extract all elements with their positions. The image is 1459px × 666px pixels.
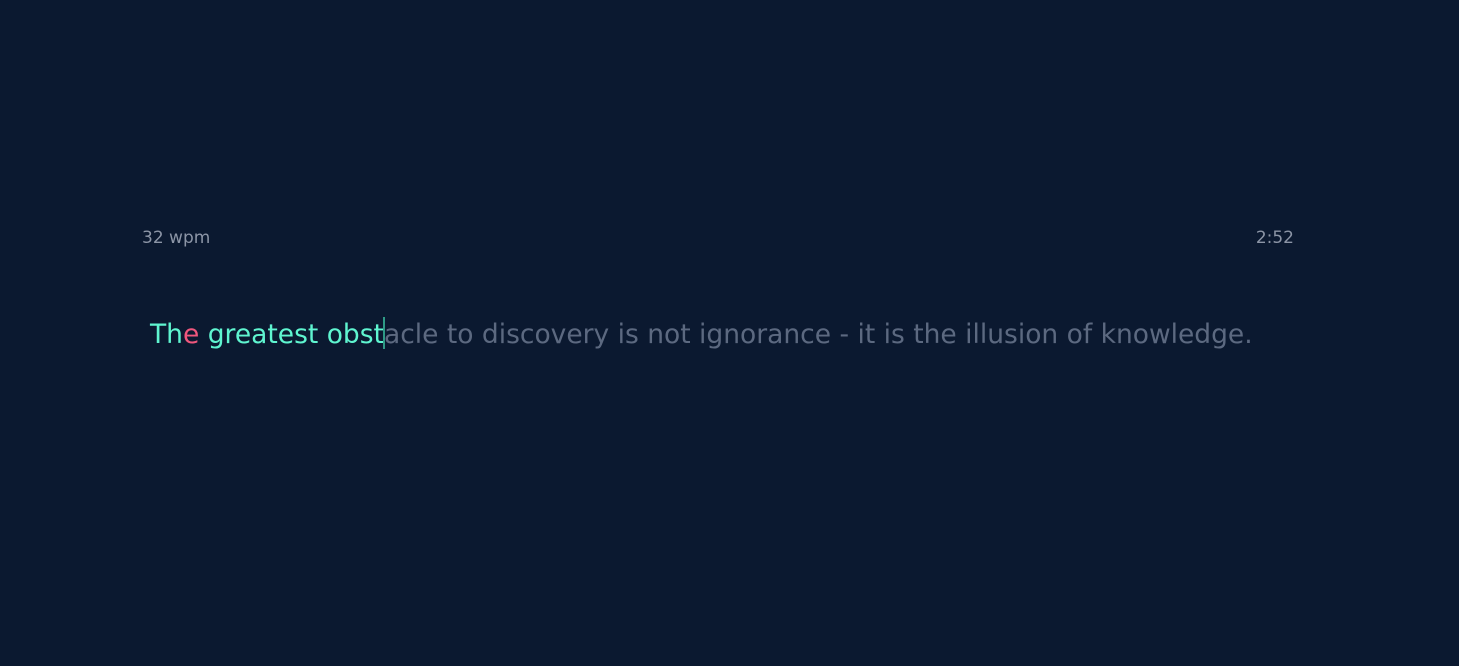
remaining-text: acle to discovery is not ignorance - it … (383, 319, 1253, 350)
typed-correct-text: greatest obst (199, 319, 384, 350)
typed-error-text: e (182, 319, 200, 350)
wpm-counter: 32 wpm (142, 228, 211, 248)
typed-correct-text: Th (150, 319, 183, 350)
typing-passage[interactable]: The greatest obstacle to discovery is no… (150, 316, 1330, 354)
typing-test-screen: 32 wpm 2:52 The greatest obstacle to dis… (0, 0, 1459, 666)
countdown-timer: 2:52 (1255, 228, 1294, 248)
